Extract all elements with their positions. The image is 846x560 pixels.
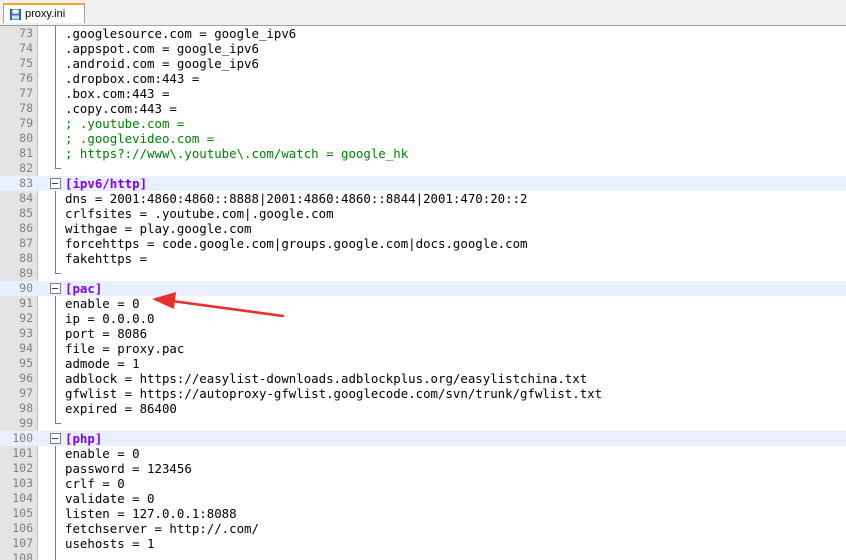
file-tab[interactable]: proxy.ini [3, 3, 85, 23]
red-arrow-annotation [152, 292, 285, 318]
code-editor[interactable]: 73 .googlesource.com = google_ipv6 74 .apps… [0, 26, 846, 560]
save-file-icon [10, 8, 21, 20]
file-tab-label: proxy.ini [25, 8, 66, 20]
tab-bar: proxy.ini [0, 0, 846, 26]
